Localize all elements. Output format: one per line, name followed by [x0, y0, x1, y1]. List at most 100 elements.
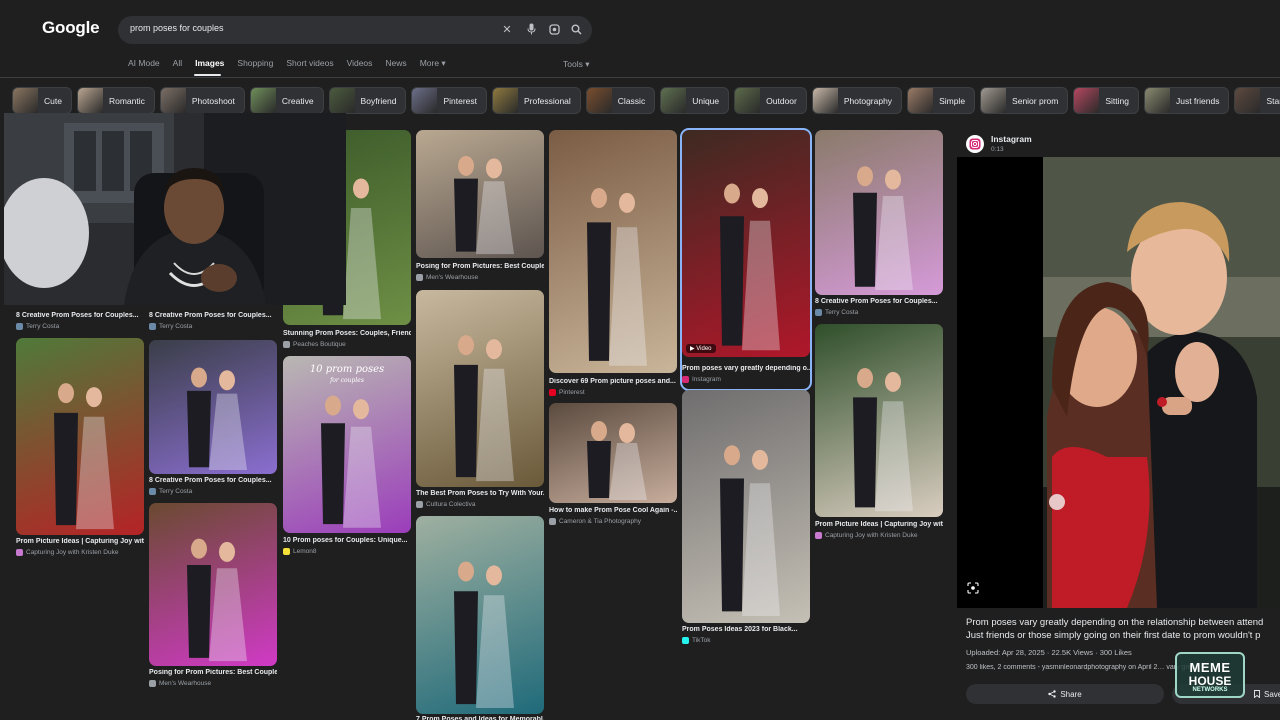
- result-source[interactable]: Lemon8: [283, 548, 317, 555]
- result-source-name: Pinterest: [559, 389, 585, 396]
- result-source-name: Cameron & Tia Photography: [559, 518, 642, 525]
- tab-shopping[interactable]: Shopping: [237, 58, 273, 72]
- image-result-card[interactable]: Posing for Prom Pictures: Best Couple...…: [149, 503, 277, 691]
- image-result-card[interactable]: 8 Creative Prom Poses for Couples... Terr…: [815, 130, 943, 320]
- result-source-name: Men's Wearhouse: [426, 274, 479, 281]
- image-result-card[interactable]: Posing for Prom Pictures: Best Couple...…: [416, 130, 544, 285]
- chip-just-friends[interactable]: Just friends: [1143, 87, 1230, 114]
- image-result-card[interactable]: Prom Picture Ideas | Capturing Joy wit..…: [16, 338, 144, 560]
- lens-camera-icon[interactable]: [546, 21, 562, 37]
- result-source[interactable]: Pinterest: [549, 389, 585, 396]
- result-image[interactable]: [549, 403, 677, 503]
- chip-photography[interactable]: Photography: [811, 87, 903, 114]
- image-result-card[interactable]: 8 Creative Prom Poses for Couples... Terr…: [149, 340, 277, 499]
- result-source[interactable]: Terry Costa: [149, 323, 192, 330]
- preview-video[interactable]: [957, 157, 1280, 608]
- result-title[interactable]: Stunning Prom Poses: Couples, Friend...: [283, 330, 411, 337]
- result-source[interactable]: Cameron & Tia Photography: [549, 518, 641, 525]
- tab-images[interactable]: Images: [195, 58, 224, 72]
- result-image[interactable]: [416, 290, 544, 487]
- tab-videos[interactable]: Videos: [347, 58, 373, 72]
- result-title[interactable]: Posing for Prom Pictures: Best Couple...: [416, 263, 544, 270]
- result-image[interactable]: [149, 340, 277, 474]
- result-title[interactable]: Prom Picture Ideas | Capturing Joy wit..…: [16, 538, 144, 545]
- result-title[interactable]: Prom Picture Ideas | Capturing Joy wit..…: [815, 521, 943, 528]
- result-image[interactable]: [549, 130, 677, 373]
- result-title[interactable]: Posing for Prom Pictures: Best Couple...: [149, 669, 277, 676]
- result-image[interactable]: [682, 390, 810, 623]
- image-result-card[interactable]: Discover 69 Prom picture poses and... Pin…: [549, 130, 677, 400]
- share-button[interactable]: Share: [966, 684, 1164, 704]
- tools-button[interactable]: Tools ▾: [563, 59, 589, 70]
- microphone-icon[interactable]: [523, 21, 539, 37]
- result-source[interactable]: Capturing Joy with Kristen Duke: [815, 532, 918, 539]
- result-image[interactable]: [815, 130, 943, 295]
- google-logo[interactable]: Google: [42, 18, 100, 38]
- result-source-name: Cultura Colectiva: [426, 501, 476, 508]
- chip-simple[interactable]: Simple: [907, 87, 976, 114]
- chip-cute[interactable]: Cute: [12, 87, 72, 114]
- tab-short-videos[interactable]: Short videos: [286, 58, 333, 72]
- chip-standing[interactable]: Standing: [1234, 87, 1280, 114]
- tab-ai-mode[interactable]: AI Mode: [128, 58, 160, 72]
- chip-label: Unique: [692, 95, 720, 106]
- result-image[interactable]: [815, 324, 943, 517]
- result-image[interactable]: 10 prom poses for couples: [283, 356, 411, 533]
- result-source[interactable]: Capturing Joy with Kristen Duke: [16, 549, 119, 556]
- result-title[interactable]: 8 Creative Prom Poses for Couples...: [16, 312, 144, 319]
- chip-romantic[interactable]: Romantic: [76, 87, 155, 114]
- preview-description: Prom poses vary greatly depending on the…: [966, 616, 1280, 642]
- result-source[interactable]: Men's Wearhouse: [149, 680, 211, 687]
- result-source[interactable]: Cultura Colectiva: [416, 501, 476, 508]
- result-title[interactable]: 8 Creative Prom Poses for Couples...: [815, 298, 943, 305]
- tab-news[interactable]: News: [385, 58, 406, 72]
- chip-outdoor[interactable]: Outdoor: [734, 87, 807, 114]
- chip-label: Sitting: [1105, 95, 1129, 106]
- result-title[interactable]: Discover 69 Prom picture poses and...: [549, 378, 677, 385]
- chip-pinterest[interactable]: Pinterest: [411, 87, 488, 114]
- chip-senior-prom[interactable]: Senior prom: [980, 87, 1069, 114]
- chip-creative[interactable]: Creative: [249, 87, 324, 114]
- result-title[interactable]: How to make Prom Pose Cool Again -...: [549, 507, 677, 514]
- result-source-name: Men's Wearhouse: [159, 680, 212, 687]
- chip-unique[interactable]: Unique: [660, 87, 730, 114]
- result-title[interactable]: 10 Prom poses for Couples: Unique...: [283, 537, 411, 544]
- clear-icon[interactable]: ✕: [499, 21, 515, 37]
- chip-boyfriend[interactable]: Boyfriend: [328, 87, 407, 114]
- result-source[interactable]: Men's Wearhouse: [416, 274, 478, 281]
- result-title[interactable]: Prom Poses Ideas 2023 for Black...: [682, 626, 810, 633]
- image-result-card[interactable]: How to make Prom Pose Cool Again -... Cam…: [549, 403, 677, 529]
- search-tabs: AI Mode All Images Shopping Short videos…: [128, 58, 459, 72]
- tab-more[interactable]: More ▾: [420, 58, 446, 72]
- image-result-card[interactable]: Prom Picture Ideas | Capturing Joy wit..…: [815, 324, 943, 543]
- result-source[interactable]: Terry Costa: [149, 488, 192, 495]
- result-source[interactable]: Terry Costa: [815, 309, 858, 316]
- result-title[interactable]: 8 Creative Prom Poses for Couples...: [149, 477, 277, 484]
- result-image[interactable]: [416, 130, 544, 258]
- chip-classic[interactable]: Classic: [585, 87, 656, 114]
- result-source[interactable]: Terry Costa: [16, 323, 59, 330]
- image-result-card[interactable]: 7 Prom Poses and Ideas for Memorabl...: [416, 516, 544, 720]
- image-result-card[interactable]: 10 prom poses for couples 10 Prom poses fo…: [283, 356, 411, 559]
- result-title[interactable]: 8 Creative Prom Poses for Couples...: [149, 312, 277, 319]
- chip-professional[interactable]: Professional: [492, 87, 581, 114]
- chip-photoshoot[interactable]: Photoshoot: [159, 87, 245, 114]
- result-image[interactable]: [416, 516, 544, 714]
- result-image[interactable]: [149, 503, 277, 666]
- preview-source-name[interactable]: Instagram: [991, 134, 1032, 144]
- search-input[interactable]: prom poses for couples: [130, 23, 224, 33]
- result-source[interactable]: Peaches Boutique: [283, 341, 346, 348]
- refinement-chips: Cute Romantic Photoshoot Creative Boyfriend P…: [12, 87, 1280, 114]
- image-result-card[interactable]: The Best Prom Poses to Try With Your... C…: [416, 290, 544, 512]
- lens-search-icon[interactable]: [967, 582, 983, 598]
- result-image[interactable]: [16, 338, 144, 535]
- result-title[interactable]: The Best Prom Poses to Try With Your...: [416, 490, 544, 497]
- result-title[interactable]: 7 Prom Poses and Ideas for Memorabl...: [416, 716, 544, 720]
- tab-all[interactable]: All: [173, 58, 182, 72]
- search-box[interactable]: prom poses for couples ✕: [118, 16, 592, 44]
- result-source[interactable]: TikTok: [682, 637, 711, 644]
- chip-label: Boyfriend: [360, 95, 397, 106]
- search-icon[interactable]: [568, 21, 584, 37]
- image-result-card[interactable]: Prom Poses Ideas 2023 for Black... TikTok: [682, 390, 810, 648]
- chip-sitting[interactable]: Sitting: [1073, 87, 1139, 114]
